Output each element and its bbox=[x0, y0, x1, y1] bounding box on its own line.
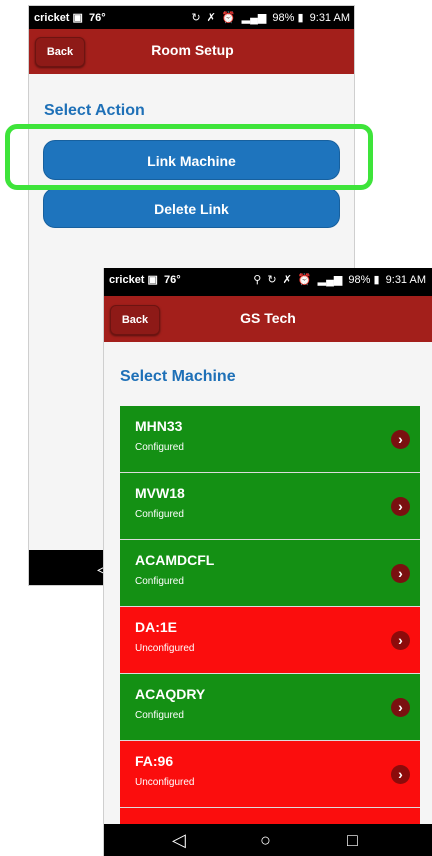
sync-icon: ↻ bbox=[267, 274, 277, 286]
machine-status: Configured bbox=[135, 576, 184, 587]
home-circle-icon[interactable]: ○ bbox=[260, 830, 271, 850]
carrier-label: cricket bbox=[34, 12, 70, 24]
image-icon: ▣ bbox=[147, 274, 158, 286]
machine-name: MVW18 bbox=[135, 485, 185, 501]
machine-name: FA:96 bbox=[135, 753, 174, 769]
machine-status: Unconfigured bbox=[135, 643, 195, 654]
machine-name: MHN33 bbox=[135, 418, 183, 434]
machine-row-fa96[interactable]: FA:96 Unconfigured › bbox=[120, 741, 420, 808]
app-bar: Back Room Setup bbox=[29, 29, 354, 74]
image-icon: ▣ bbox=[72, 12, 83, 24]
status-bar: cricket ▣ 76° ⚲ ↻ ✗ ⏰ ▂▄▆ 98% ▮ 9:31 AM bbox=[104, 268, 432, 296]
alarm-icon: ⏰ bbox=[297, 274, 312, 286]
machine-status: Configured bbox=[135, 442, 184, 453]
machine-name: DA:1E bbox=[135, 619, 178, 635]
page-title: GS Tech bbox=[240, 310, 296, 326]
status-bar: cricket ▣ 76° ↻ ✗ ⏰ ▂▄▆ 98% ▮ 9:31 AM bbox=[29, 6, 354, 29]
machine-name: ACAQDRY bbox=[135, 686, 206, 702]
clock: 9:31 AM bbox=[309, 12, 350, 24]
alarm-icon: ⏰ bbox=[221, 12, 236, 24]
carrier-label: cricket bbox=[109, 274, 145, 286]
section-title: Select Action bbox=[44, 102, 145, 119]
gs-tech-screen: cricket ▣ 76° ⚲ ↻ ✗ ⏰ ▂▄▆ 98% ▮ 9:31 AM … bbox=[104, 268, 432, 856]
chevron-right-icon[interactable]: › bbox=[391, 497, 410, 516]
back-triangle-icon[interactable]: ◁ bbox=[172, 830, 186, 850]
page-title: Room Setup bbox=[151, 42, 234, 58]
clock: 9:31 AM bbox=[385, 274, 426, 286]
machine-list: MHN33 Configured › MVW18 Configured › AC… bbox=[120, 406, 420, 856]
chevron-right-icon[interactable]: › bbox=[391, 765, 410, 784]
battery-percent: 98% bbox=[272, 12, 295, 24]
machine-row-mvw18[interactable]: MVW18 Configured › bbox=[120, 473, 420, 540]
temperature: 76° bbox=[89, 12, 106, 24]
battery-icon: ▮ bbox=[373, 274, 380, 286]
section-title: Select Machine bbox=[120, 368, 236, 385]
machine-row-mhn33[interactable]: MHN33 Configured › bbox=[120, 406, 420, 473]
temperature: 76° bbox=[164, 274, 181, 286]
mute-icon: ✗ bbox=[282, 274, 292, 286]
machine-status: Configured bbox=[135, 710, 184, 721]
chevron-right-icon[interactable]: › bbox=[391, 430, 410, 449]
mute-icon: ✗ bbox=[206, 12, 216, 24]
location-icon: ⚲ bbox=[253, 274, 262, 286]
highlight-frame bbox=[5, 124, 373, 190]
app-bar: Back GS Tech bbox=[104, 296, 432, 342]
machine-status: Configured bbox=[135, 509, 184, 520]
machine-row-da1e[interactable]: DA:1E Unconfigured › bbox=[120, 607, 420, 674]
sync-icon: ↻ bbox=[191, 12, 201, 24]
battery-icon: ▮ bbox=[297, 12, 304, 24]
signal-icon: ▂▄▆ bbox=[317, 274, 343, 286]
recent-square-icon[interactable]: □ bbox=[347, 830, 358, 850]
machine-status: Unconfigured bbox=[135, 777, 195, 788]
machine-name: ACAMDCFL bbox=[135, 552, 215, 568]
chevron-right-icon[interactable]: › bbox=[391, 564, 410, 583]
battery-percent: 98% bbox=[348, 274, 371, 286]
nav-bar: ◁ ○ □ bbox=[104, 824, 432, 856]
machine-row-acamdcfl[interactable]: ACAMDCFL Configured › bbox=[120, 540, 420, 607]
machine-row-acaqdry[interactable]: ACAQDRY Configured › bbox=[120, 674, 420, 741]
chevron-right-icon[interactable]: › bbox=[391, 698, 410, 717]
signal-icon: ▂▄▆ bbox=[241, 12, 267, 24]
delete-link-button[interactable]: Delete Link bbox=[43, 188, 340, 228]
chevron-right-icon[interactable]: › bbox=[391, 631, 410, 650]
